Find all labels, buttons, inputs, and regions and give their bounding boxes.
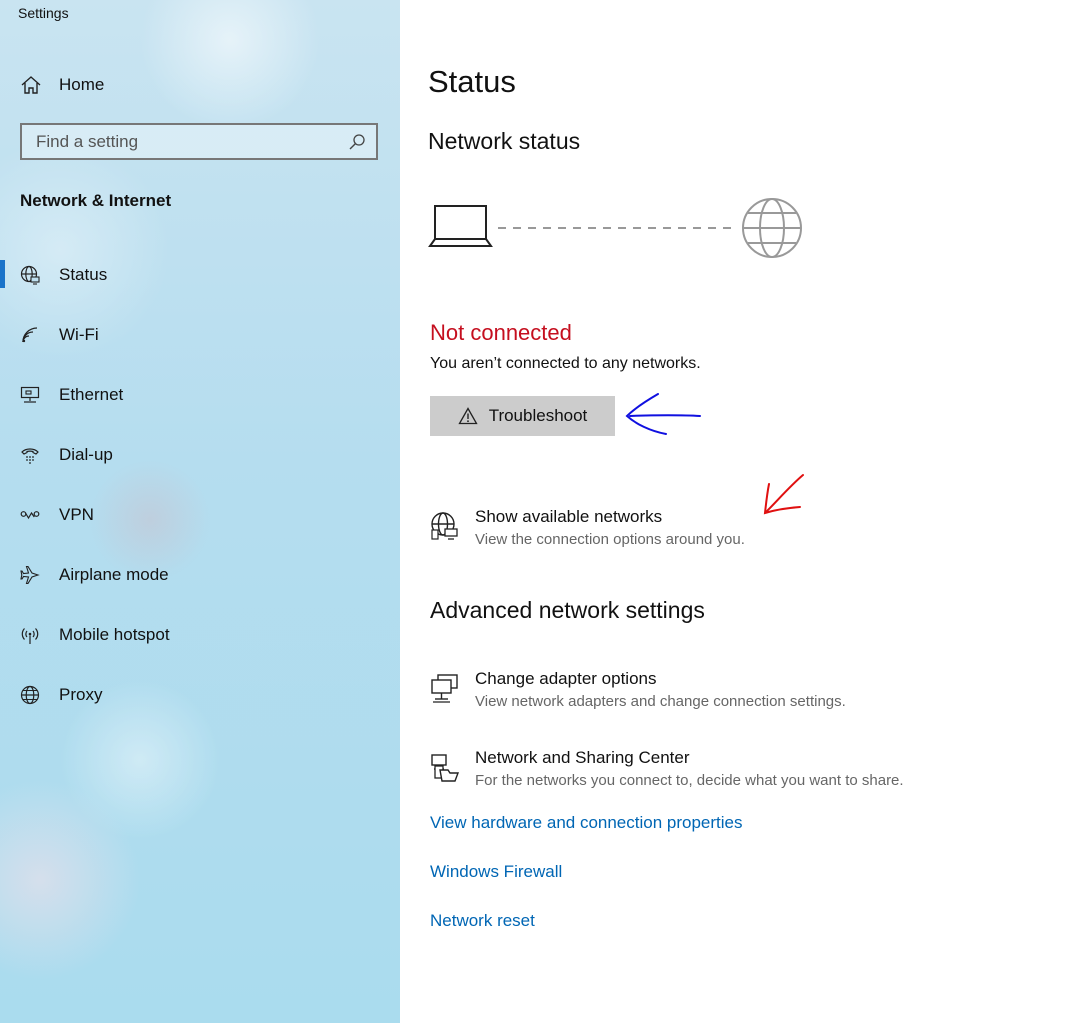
option-title: Network and Sharing Center [475, 748, 690, 767]
globe-status-icon [20, 265, 40, 285]
section-title: Network & Internet [20, 191, 172, 210]
sharing-center-icon [431, 754, 460, 782]
network-status-diagram [428, 198, 802, 258]
search-input[interactable] [22, 124, 348, 159]
sidebar-item-airplane-mode[interactable]: Airplane mode [0, 560, 400, 590]
sidebar-item-label: Ethernet [59, 385, 124, 404]
sidebar-item-label: Mobile hotspot [59, 625, 170, 644]
option-description: For the networks you connect to, decide … [475, 772, 904, 789]
warning-icon [458, 407, 478, 425]
sidebar: Settings Home Network & Internet Status [0, 0, 400, 1023]
network-reset-link[interactable]: Network reset [430, 911, 535, 931]
annotation-blue-arrow [625, 393, 701, 435]
sidebar-item-label: Wi-Fi [59, 325, 99, 344]
home-icon [21, 76, 41, 94]
advanced-settings-heading: Advanced network settings [430, 597, 705, 623]
airplane-icon [20, 565, 40, 585]
internet-globe-icon [742, 198, 802, 258]
option-description: View the connection options around you. [475, 531, 745, 548]
sidebar-item-ethernet[interactable]: Ethernet [0, 380, 400, 410]
ethernet-icon [20, 386, 40, 403]
option-title: Change adapter options [475, 669, 657, 688]
sidebar-item-label: Dial-up [59, 445, 113, 464]
laptop-icon [428, 205, 493, 247]
page-title: Status [428, 64, 516, 99]
connection-status: Not connected [430, 320, 572, 345]
adapter-icon [431, 674, 458, 703]
globe-icon [20, 685, 40, 705]
network-status-heading: Network status [428, 128, 581, 154]
sidebar-item-wifi[interactable]: Wi-Fi [0, 320, 400, 350]
sidebar-item-status[interactable]: Status [0, 260, 400, 290]
connection-description: You aren’t connected to any networks. [430, 355, 701, 372]
sidebar-item-proxy[interactable]: Proxy [0, 680, 400, 710]
sidebar-item-dialup[interactable]: Dial-up [0, 440, 400, 470]
content-pane: Status Network status Not connected You … [400, 0, 1075, 1023]
window-title: Settings [18, 5, 69, 21]
option-title: Show available networks [475, 507, 663, 526]
option-description: View network adapters and change connect… [475, 693, 846, 710]
home-label: Home [59, 75, 105, 94]
troubleshoot-label: Troubleshoot [488, 406, 588, 425]
troubleshoot-button[interactable]: Troubleshoot [430, 396, 615, 436]
search-icon[interactable] [348, 133, 366, 151]
network-globe-icon [431, 512, 458, 540]
annotation-red-arrow [763, 474, 804, 515]
sidebar-item-mobile-hotspot[interactable]: Mobile hotspot [0, 620, 400, 650]
hotspot-icon [21, 628, 39, 644]
windows-firewall-link[interactable]: Windows Firewall [430, 862, 562, 882]
wifi-icon [22, 327, 38, 343]
vpn-icon [20, 511, 40, 520]
active-indicator [0, 260, 5, 288]
view-hardware-link[interactable]: View hardware and connection properties [430, 813, 743, 833]
sidebar-item-vpn[interactable]: VPN [0, 500, 400, 530]
sidebar-item-label: Proxy [59, 685, 103, 704]
sidebar-item-label: Status [59, 265, 108, 284]
sidebar-item-label: VPN [59, 505, 94, 524]
search-box [20, 123, 378, 160]
sidebar-item-label: Airplane mode [59, 565, 169, 584]
dialup-icon [21, 448, 39, 464]
home-button[interactable]: Home [20, 72, 104, 98]
